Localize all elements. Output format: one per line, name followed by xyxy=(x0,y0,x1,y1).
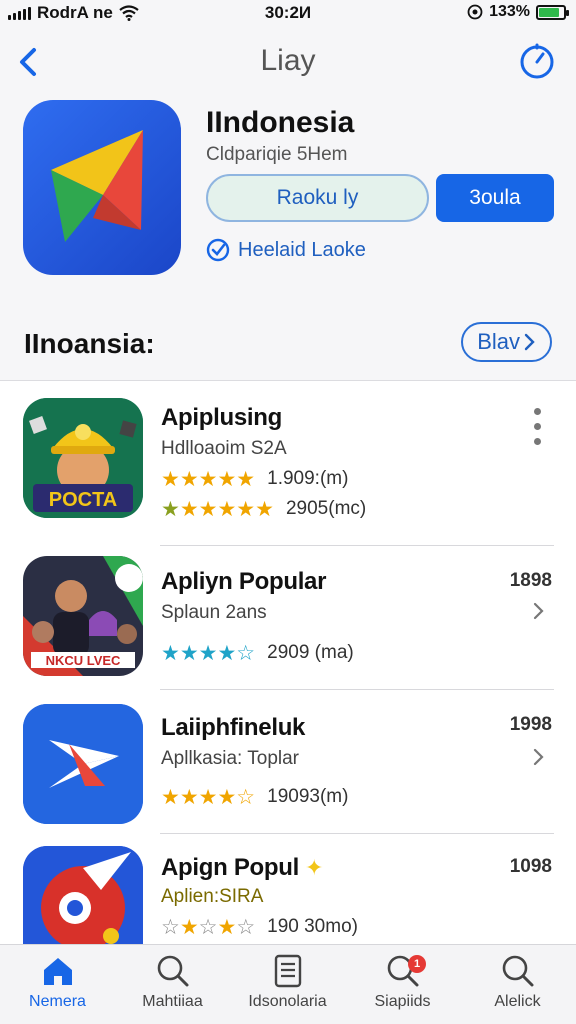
tab-label: Mahtiiaa xyxy=(142,993,203,1010)
status-bar: RodrA ne 30:2И 133% xyxy=(0,0,576,26)
app-name: Apiplusing xyxy=(161,404,282,431)
app-meta-label: 1998 xyxy=(509,714,552,735)
app-icon-pocta: POCTA xyxy=(23,398,143,518)
hero-app-icon xyxy=(23,100,181,275)
battery-percent: 133% xyxy=(489,3,530,20)
rating-row: ★★★★☆ 19093(m) xyxy=(161,786,348,808)
star-icon: ☆ xyxy=(236,915,256,939)
star-icon: ☆ xyxy=(198,915,218,939)
rating-count: 19093(m) xyxy=(267,786,349,807)
tab-explore[interactable]: Alelick xyxy=(460,951,575,1023)
verified-label: Heelaid Laoke xyxy=(238,238,366,261)
star-icon: ★★★★★ xyxy=(161,467,256,491)
status-right: 133% xyxy=(467,3,569,21)
app-subtitle: Aplien:SIRA xyxy=(161,886,264,907)
rating-count: 2909 (ma) xyxy=(267,642,354,663)
tab-label: Idsonolaria xyxy=(248,993,327,1010)
list-item[interactable]: NKCU LVEC Apliyn Popular Splaun 2ans ★★★… xyxy=(0,546,576,690)
rating-count: 190 30mo) xyxy=(267,916,358,937)
document-icon xyxy=(274,954,301,988)
svg-text:POCTA: POCTA xyxy=(49,489,118,511)
rating-row: ☆ ★ ☆ ★ ☆ 190 30mo) xyxy=(161,916,358,938)
app-header: Liay IIndonesia Cldpariqie 5Hem Raoku ly… xyxy=(0,26,576,381)
checkmark-circle-icon xyxy=(206,238,230,262)
star-icon: ★★★★★ xyxy=(179,497,274,521)
tab-label: Alelick xyxy=(494,993,541,1010)
section-more-button[interactable]: Blav xyxy=(461,322,552,362)
sparkle-icon: ✦ xyxy=(305,855,324,880)
chevron-right-icon xyxy=(524,333,535,351)
app-subtitle: Apllkasia: Toplar xyxy=(161,748,300,769)
search-icon xyxy=(502,955,533,987)
verified-link[interactable]: Heelaid Laoke xyxy=(206,238,366,262)
app-meta-label: 1098 xyxy=(509,856,552,877)
tab-documents[interactable]: Idsonolaria xyxy=(230,951,345,1023)
rating-count: 2905(mc) xyxy=(285,498,367,519)
app-name: Apliyn Popular xyxy=(161,568,327,595)
more-options-icon[interactable] xyxy=(534,408,542,456)
tab-label: Siapiids xyxy=(374,993,431,1010)
search-icon xyxy=(157,955,188,987)
tab-updates[interactable]: 1 Siapiids xyxy=(345,951,460,1023)
chevron-right-icon[interactable] xyxy=(532,748,546,766)
rating-count: 1.909:(m) xyxy=(267,468,349,489)
install-button[interactable]: Raoku ly xyxy=(206,174,429,222)
open-button[interactable]: 3oula xyxy=(436,174,554,222)
star-icon: ★★★★☆ xyxy=(161,785,256,809)
svg-text:NKCU LVEC: NKCU LVEC xyxy=(46,653,121,668)
rating-row: ★★★★★ 1.909:(m) xyxy=(161,468,348,490)
star-icon: ★ xyxy=(217,915,237,939)
star-icon: ★ xyxy=(161,497,180,521)
rating-row: ★ ★★★★★ 2905(mc) xyxy=(161,498,366,520)
hero-app-subtitle: Cldpariqie 5Hem xyxy=(206,144,348,165)
section-button-label: Blav xyxy=(477,329,520,354)
star-icon: ★ xyxy=(179,915,199,939)
home-icon xyxy=(43,958,72,985)
tab-home[interactable]: Nemera xyxy=(0,951,115,1023)
app-icon-arrow xyxy=(23,704,143,824)
star-icon: ☆ xyxy=(161,915,180,939)
app-subtitle: Splaun 2ans xyxy=(161,602,267,623)
nav-title: Liay xyxy=(260,44,316,77)
app-icon-paint xyxy=(23,846,143,944)
list-item[interactable]: POCTA Apiplusing Hdlloaoim S2A ★★★★★ 1.9… xyxy=(0,382,576,546)
app-name: Laiiphfineluk xyxy=(161,714,306,741)
app-icon-people: NKCU LVEC xyxy=(23,556,143,676)
app-name: Apign Popul xyxy=(161,854,300,881)
hero-app-name: IIndonesia xyxy=(206,106,355,139)
battery-icon xyxy=(536,4,569,20)
location-icon xyxy=(467,4,483,20)
list-item[interactable]: Laiiphfineluk Apllkasia: Toplar ★★★★☆ 19… xyxy=(0,690,576,834)
star-icon: ★★★★☆ xyxy=(161,641,256,665)
star-arrow-icon xyxy=(51,130,143,242)
app-meta-label: 1898 xyxy=(509,570,552,591)
rating-row: ★★★★☆ 2909 (ma) xyxy=(161,642,354,664)
app-subtitle: Hdlloaoim S2A xyxy=(161,438,287,459)
app-name-wrap: Apign Popul ✦ xyxy=(161,854,323,882)
section-title: IInoansia: xyxy=(24,328,155,359)
tab-search[interactable]: Mahtiiaa xyxy=(115,951,230,1023)
tab-label: Nemera xyxy=(29,993,86,1010)
notification-badge: 1 xyxy=(408,955,426,973)
bottom-tab-bar: Nemera Mahtiiaa Idsonolaria 1 Siapiids A… xyxy=(0,944,576,1024)
chevron-right-icon[interactable] xyxy=(532,602,546,620)
timer-icon[interactable] xyxy=(518,42,556,80)
